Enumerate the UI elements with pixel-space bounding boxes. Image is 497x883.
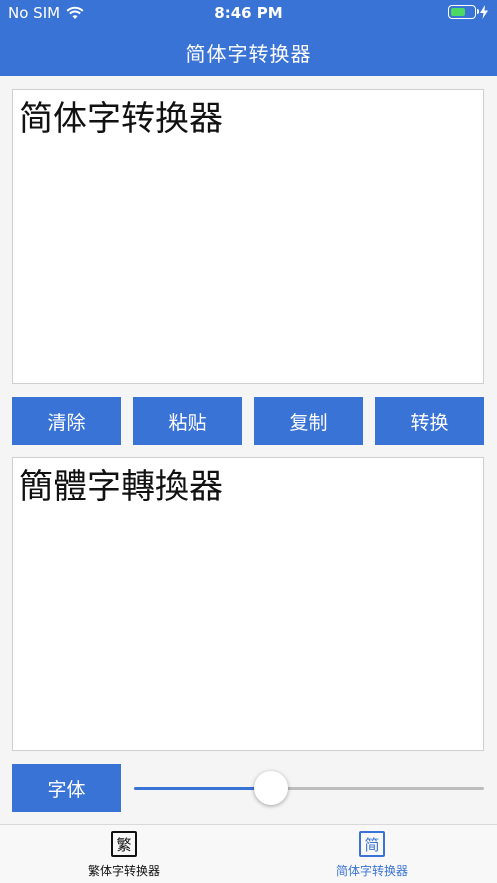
font-size-slider[interactable] — [134, 770, 484, 806]
simplified-char-icon: 简 — [359, 831, 385, 857]
simplified-input-textarea[interactable]: 简体字转换器 — [12, 89, 484, 384]
slider-fill — [134, 787, 271, 790]
tab-bar: 繁 繁体字转换器 简 简体字转换器 — [0, 824, 497, 883]
tab-traditional-converter[interactable]: 繁 繁体字转换器 — [44, 831, 204, 879]
status-bar: No SIM 8:46 PM — [0, 0, 497, 26]
paste-button[interactable]: 粘贴 — [133, 397, 242, 445]
charging-bolt-icon — [480, 5, 488, 19]
page-title: 简体字转换器 — [185, 42, 312, 66]
clear-button[interactable]: 清除 — [12, 397, 121, 445]
font-button[interactable]: 字体 — [12, 764, 121, 812]
tab-label-traditional: 繁体字转换器 — [87, 864, 160, 878]
status-time: 8:46 PM — [214, 4, 283, 22]
traditional-output-textarea[interactable]: 簡體字轉換器 — [12, 457, 484, 751]
battery-level — [451, 8, 465, 16]
tab-label-simplified: 简体字转换器 — [335, 864, 408, 878]
copy-button[interactable]: 复制 — [254, 397, 363, 445]
battery-icon — [448, 5, 479, 19]
convert-button[interactable]: 转换 — [375, 397, 484, 445]
slider-thumb[interactable] — [253, 771, 288, 805]
battery-indicator — [448, 5, 489, 19]
tab-simplified-converter[interactable]: 简 简体字转换器 — [292, 831, 452, 879]
header-bar: No SIM 8:46 PM 简体字转换器 — [0, 0, 497, 76]
traditional-char-icon: 繁 — [111, 831, 137, 857]
